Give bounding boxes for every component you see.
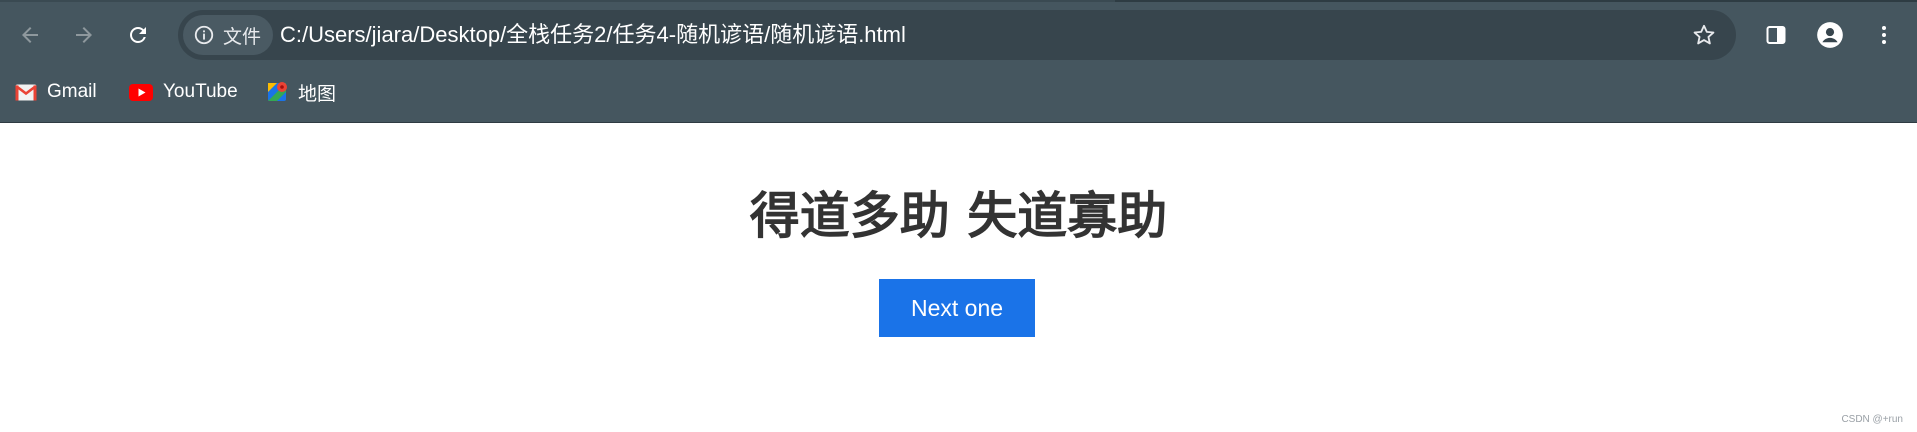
info-icon [194,25,214,45]
more-vert-icon [1882,26,1886,44]
forward-button[interactable] [61,12,107,58]
watermark-text: CSDN @+run [1841,414,1903,425]
browser-toolbar: 文件 C:/Users/jiara/Desktop/全栈任务2/任务4-随机谚语… [0,10,1917,60]
reload-button[interactable] [115,12,161,58]
tab-strip-segment [1115,0,1917,2]
page-content: 得道多助 失道寡助 Next one CSDN @+run [0,123,1917,432]
browser-top-bar: 文件 C:/Users/jiara/Desktop/全栈任务2/任务4-随机谚语… [0,0,1917,123]
site-info-label: 文件 [223,26,262,48]
menu-button[interactable] [1861,12,1907,58]
side-panel-icon [1766,26,1786,44]
youtube-icon [129,83,153,101]
bookmark-label: Gmail [47,81,97,102]
bookmark-gmail[interactable]: Gmail [15,74,97,110]
proverb-text: 得道多助 失道寡助 [749,187,1168,245]
back-button[interactable] [7,12,53,58]
bookmark-youtube[interactable]: YouTube [129,74,238,110]
bookmark-label: YouTube [163,81,238,102]
avatar-icon [1817,22,1843,48]
arrow-left-icon [22,27,38,43]
site-info-chip[interactable]: 文件 [183,15,274,55]
tab-strip [0,0,1917,2]
reload-icon [130,27,146,43]
address-bar[interactable]: 文件 C:/Users/jiara/Desktop/全栈任务2/任务4-随机谚语… [178,10,1736,60]
bookmark-label: 地图 [298,83,337,105]
gmail-icon [15,84,37,100]
bookmark-star-button[interactable] [1682,13,1726,57]
url-text[interactable]: C:/Users/jiara/Desktop/全栈任务2/任务4-随机谚语/随机… [280,10,906,60]
arrow-right-icon [76,27,92,43]
bookmark-maps[interactable]: 地图 [268,74,336,110]
star-icon [1693,24,1715,45]
maps-icon [268,82,287,101]
bookmarks-bar: Gmail YouTube 地图 [0,74,1917,110]
next-one-button[interactable]: Next one [879,279,1035,337]
side-panel-button[interactable] [1753,12,1799,58]
profile-button[interactable] [1807,12,1853,58]
